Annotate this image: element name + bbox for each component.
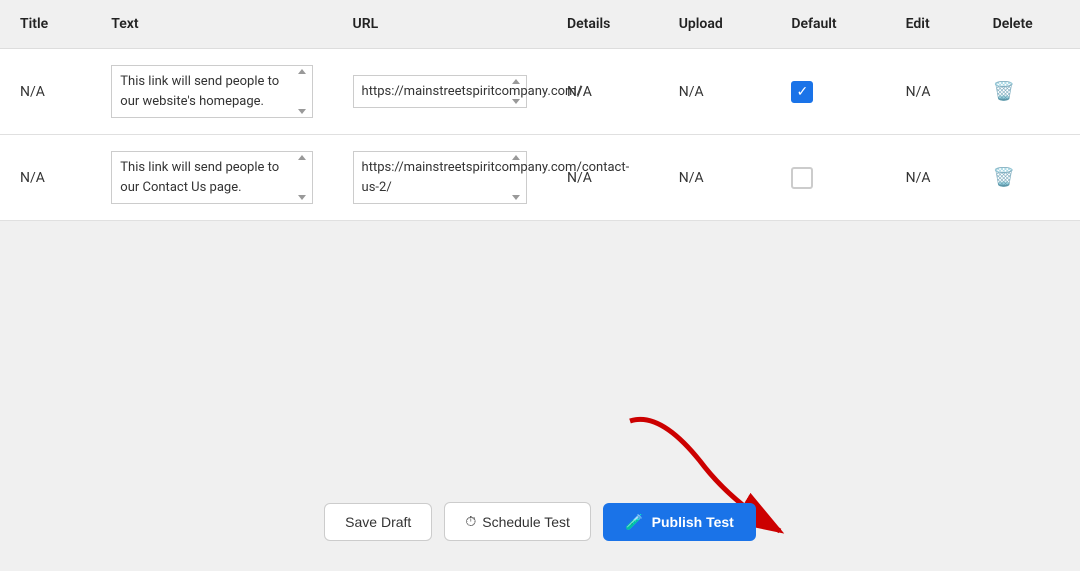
- table-header-row: Title Text URL Details Upload Default Ed…: [0, 0, 1080, 49]
- row1-delete-icon[interactable]: 🗑️: [993, 81, 1015, 102]
- col-header-upload: Upload: [659, 0, 772, 49]
- scroll-down-url-2: [512, 195, 520, 200]
- row2-delete-cell: 🗑️: [973, 135, 1080, 221]
- row2-upload: N/A: [659, 135, 772, 221]
- row1-text-cell: This link will send people to our websit…: [91, 49, 332, 135]
- scroll-down-2: [298, 195, 306, 200]
- scroll-indicator-url: [509, 76, 523, 108]
- schedule-test-label: Schedule Test: [482, 514, 570, 530]
- row2-text-cell: This link will send people to our Contac…: [91, 135, 332, 221]
- row2-title: N/A: [0, 135, 91, 221]
- col-header-text: Text: [91, 0, 332, 49]
- row2-checkbox-unchecked[interactable]: [791, 167, 813, 189]
- row1-checkbox-checked[interactable]: ✓: [791, 81, 813, 103]
- row1-delete-cell: 🗑️: [973, 49, 1080, 135]
- scroll-up-url: [512, 79, 520, 84]
- footer-area: Save Draft ⏱ Schedule Test 🧪 Publish Tes…: [0, 391, 1080, 571]
- links-table: Title Text URL Details Upload Default Ed…: [0, 0, 1080, 221]
- row2-url-cell: https://mainstreetspiritcompany.com/cont…: [333, 135, 547, 221]
- row2-delete-icon[interactable]: 🗑️: [993, 167, 1015, 188]
- scroll-indicator-2: [295, 152, 309, 203]
- scroll-up-2: [298, 155, 306, 160]
- scroll-up-arrow: [298, 69, 306, 74]
- publish-test-label: Publish Test: [652, 514, 734, 530]
- row1-upload: N/A: [659, 49, 772, 135]
- scroll-indicator-url-2: [509, 152, 523, 203]
- row1-title: N/A: [0, 49, 91, 135]
- row2-edit: N/A: [886, 135, 973, 221]
- row1-url-box[interactable]: https://mainstreetspiritcompany.com/: [353, 75, 527, 109]
- scroll-up-url-2: [512, 155, 520, 160]
- scroll-indicator: [295, 66, 309, 117]
- col-header-title: Title: [0, 0, 91, 49]
- row2-text-content: This link will send people to our Contac…: [120, 160, 279, 195]
- action-buttons: Save Draft ⏱ Schedule Test 🧪 Publish Tes…: [324, 502, 756, 541]
- row1-edit: N/A: [886, 49, 973, 135]
- main-container: Title Text URL Details Upload Default Ed…: [0, 0, 1080, 571]
- check-icon: ✓: [796, 84, 808, 100]
- col-header-edit: Edit: [886, 0, 973, 49]
- row1-text-content: This link will send people to our websit…: [120, 74, 279, 109]
- row1-url-content: https://mainstreetspiritcompany.com/: [362, 84, 582, 99]
- table-row: N/A This link will send people to our Co…: [0, 135, 1080, 221]
- row2-details: N/A: [547, 135, 659, 221]
- row2-url-box[interactable]: https://mainstreetspiritcompany.com/cont…: [353, 151, 527, 204]
- clock-icon: ⏱: [465, 513, 476, 530]
- col-header-default: Default: [771, 0, 885, 49]
- col-header-delete: Delete: [973, 0, 1080, 49]
- col-header-url: URL: [333, 0, 547, 49]
- row2-text-box[interactable]: This link will send people to our Contac…: [111, 151, 312, 204]
- row1-default-cell: ✓: [771, 49, 885, 135]
- flask-icon: 🧪: [625, 513, 644, 531]
- save-draft-button[interactable]: Save Draft: [324, 503, 432, 541]
- row2-default-cell: [771, 135, 885, 221]
- scroll-down-url: [512, 99, 520, 104]
- publish-test-button[interactable]: 🧪 Publish Test: [603, 503, 756, 541]
- row1-url-cell: https://mainstreetspiritcompany.com/: [333, 49, 547, 135]
- table-wrapper: Title Text URL Details Upload Default Ed…: [0, 0, 1080, 391]
- schedule-test-button[interactable]: ⏱ Schedule Test: [444, 502, 591, 541]
- col-header-details: Details: [547, 0, 659, 49]
- table-row: N/A This link will send people to our we…: [0, 49, 1080, 135]
- row1-text-box[interactable]: This link will send people to our websit…: [111, 65, 312, 118]
- scroll-down-arrow: [298, 109, 306, 114]
